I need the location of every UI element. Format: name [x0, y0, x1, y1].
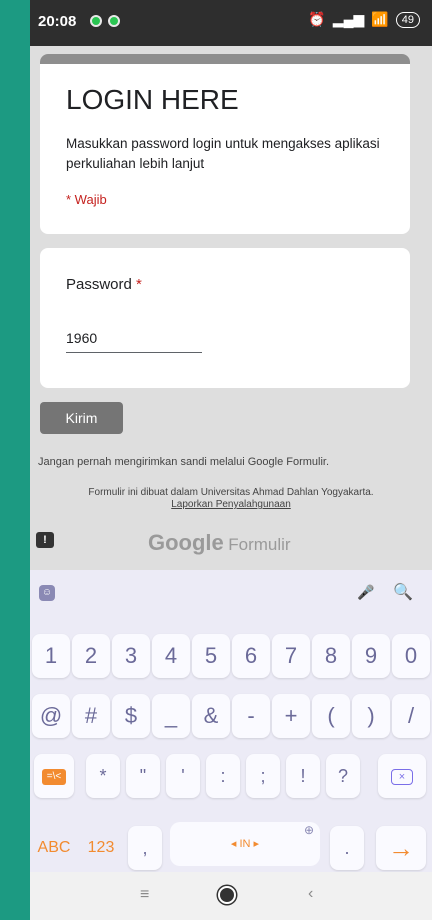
status-bar: 20:08 ⏰ ▂▄▆ 📶 49 [30, 0, 432, 46]
status-icons: ⏰ ▂▄▆ 📶 49 [308, 11, 420, 28]
symbol-key[interactable]: ) [352, 694, 390, 738]
numeric-key[interactable]: 123 [82, 826, 120, 870]
digit-key[interactable]: 9 [352, 634, 390, 678]
digit-key[interactable]: 0 [392, 634, 430, 678]
keyboard: ☺ 🎤 🔍 1234567890 @ # $ _ & - +() / =\< * " ':;!? × … [30, 570, 432, 872]
symbol-key[interactable]: # [72, 694, 110, 738]
alarm-icon: ⏰ [308, 11, 326, 27]
space-key-label: ◂ IN ▸ [230, 838, 260, 850]
form-title: LOGIN HERE [66, 84, 239, 115]
feedback-icon[interactable]: ! [36, 532, 54, 548]
required-asterisk: * [136, 276, 142, 293]
symbol-key[interactable]: : [206, 754, 240, 798]
globe-icon: ⊕ [303, 823, 314, 837]
digit-key[interactable]: 6 [232, 634, 270, 678]
report-abuse-link[interactable]: Laporkan Penyalahgunaan [30, 499, 432, 510]
digit-key[interactable]: 7 [272, 634, 310, 678]
space-key[interactable]: ◂ IN ▸ ⊕ [170, 822, 320, 866]
footer-info: Formulir ini dibuat dalam Universitas Ah… [88, 487, 374, 498]
backspace-key[interactable]: × [378, 754, 426, 798]
password-label-text: Password [66, 276, 132, 293]
password-input[interactable] [66, 330, 202, 353]
signal-icon: ▂▄▆ [332, 11, 365, 27]
symbol-key[interactable]: ? [326, 754, 360, 798]
symbol-key[interactable]: @ [32, 694, 70, 738]
app-notification-icon [108, 15, 120, 27]
form-header-card: LOGIN HERE Masukkan password login untuk… [40, 54, 410, 234]
recent-apps-icon[interactable]: ≡ [140, 886, 149, 904]
symbol-key[interactable]: ; [246, 754, 280, 798]
whatsapp-notification-icon [90, 15, 102, 27]
password-question-card: Password * [40, 248, 410, 388]
symbol-key[interactable]: * [86, 754, 120, 798]
brand-google: Google [148, 530, 224, 555]
navigation-bar: ≡ ‹ [30, 872, 432, 920]
home-button-icon[interactable] [218, 886, 236, 904]
brand-forms: Formulir [228, 535, 291, 554]
symbol-key[interactable]: $ [112, 694, 150, 738]
keyboard-toolbar: ☺ 🎤 🔍 [30, 570, 432, 614]
abc-key[interactable]: ABC [34, 826, 74, 870]
symbol-key[interactable]: ! [286, 754, 320, 798]
digit-key[interactable]: 4 [152, 634, 190, 678]
submit-button[interactable]: Kirim [40, 402, 123, 434]
wifi-icon: 📶 [371, 11, 389, 27]
digit-key[interactable]: 1 [32, 634, 70, 678]
symbol-key[interactable]: & [192, 694, 230, 738]
period-key[interactable]: . [330, 826, 364, 870]
symbol-key[interactable]: _ [152, 694, 190, 738]
backspace-icon: × [391, 769, 413, 786]
symbol-key[interactable]: ' [166, 754, 200, 798]
emoji-switch-icon: =\< [42, 769, 66, 786]
microphone-icon[interactable]: 🎤 [357, 583, 375, 601]
symbol-key[interactable]: ( [312, 694, 350, 738]
comma-key[interactable]: , [128, 826, 162, 870]
status-time: 20:08 [38, 13, 77, 30]
google-forms-logo: Google Formulir [148, 530, 291, 556]
digit-key[interactable]: 8 [312, 634, 350, 678]
password-warning: Jangan pernah mengirimkan sandi melalui … [38, 456, 330, 468]
battery-icon: 49 [395, 11, 420, 28]
symbol-key[interactable]: - [232, 694, 270, 738]
symbol-key[interactable]: + [272, 694, 310, 738]
form-accent-bar [40, 54, 410, 64]
emoji-switch-key[interactable]: =\< [34, 754, 74, 798]
symbol-key[interactable]: " [126, 754, 160, 798]
phone-screen: 20:08 ⏰ ▂▄▆ 📶 49 LOGIN HERE Masukkan pas… [30, 0, 432, 920]
form-description: Masukkan password login untuk mengakses … [66, 136, 380, 171]
search-icon[interactable]: 🔍 [393, 582, 413, 601]
digit-key[interactable]: 5 [192, 634, 230, 678]
back-icon[interactable]: ‹ [308, 885, 313, 903]
password-label: Password * [66, 276, 142, 293]
digit-key[interactable]: 3 [112, 634, 150, 678]
emoji-face-icon[interactable]: ☺ [39, 585, 55, 601]
symbol-key[interactable]: / [392, 694, 430, 738]
required-note: * Wajib [66, 192, 107, 207]
enter-key[interactable]: → [376, 826, 426, 870]
digit-key[interactable]: 2 [72, 634, 110, 678]
